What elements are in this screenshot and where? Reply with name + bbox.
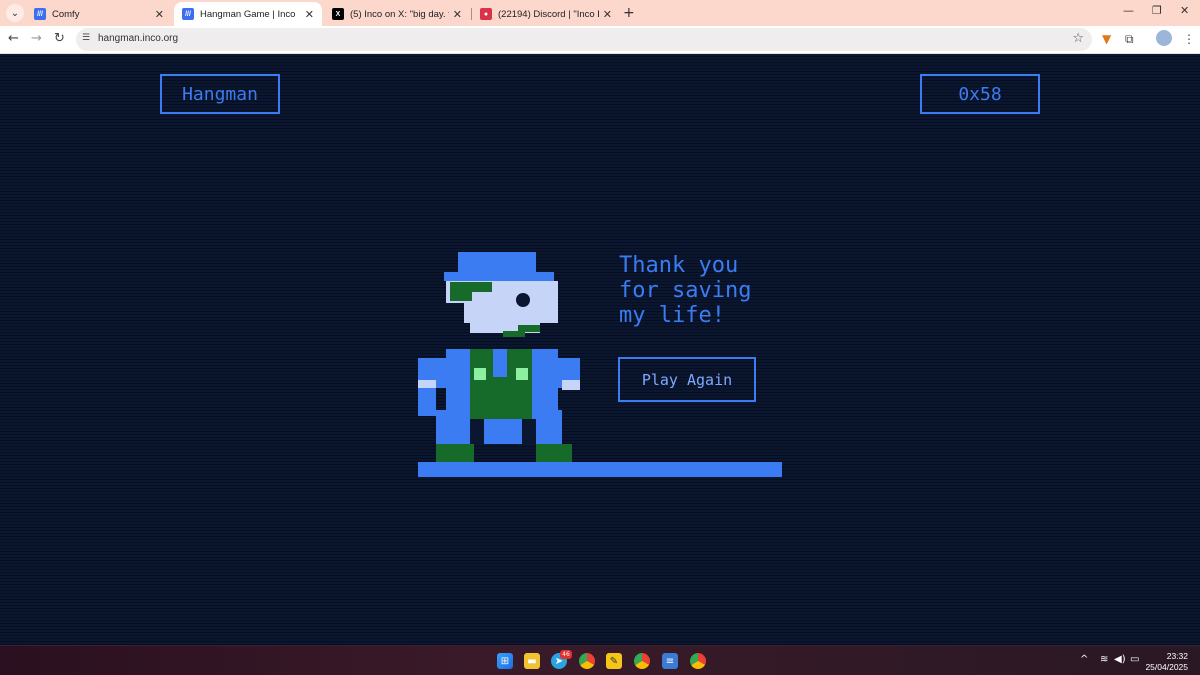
left-arm-lower bbox=[418, 388, 436, 416]
hat-crown bbox=[458, 252, 536, 274]
windows-start-icon[interactable]: ⊞ bbox=[497, 653, 513, 669]
left-button bbox=[474, 368, 486, 380]
mustache-top bbox=[518, 325, 540, 332]
close-tab-icon[interactable]: ✕ bbox=[305, 8, 314, 21]
windows-taskbar: ⊞ ▬ ➤ 46 ✎ ≡ ^ ≋ ◀) ▭ 23:32 25/04/2025 bbox=[0, 645, 1200, 675]
hair-side bbox=[450, 292, 472, 301]
browser-toolbar: ← → ↻ ☰ hangman.inco.org ☆ ▼ ⧉ ⋮ bbox=[0, 26, 1200, 54]
inco-logo-icon: /// bbox=[182, 8, 194, 20]
shirt-front bbox=[493, 349, 507, 377]
tab-x-post[interactable]: X (5) Inco on X: "big day. two ✕ bbox=[324, 2, 470, 26]
clock-date: 25/04/2025 bbox=[1145, 662, 1188, 672]
inco-logo-icon: /// bbox=[34, 8, 46, 20]
address-bar[interactable]: ☰ hangman.inco.org ☆ bbox=[76, 28, 1092, 51]
chrome-icon[interactable] bbox=[579, 653, 595, 669]
leg-gap-left bbox=[470, 419, 484, 444]
metamask-extension-icon[interactable]: ▼ bbox=[1102, 32, 1111, 46]
right-hand bbox=[562, 380, 580, 390]
clock-time: 23:32 bbox=[1166, 651, 1188, 661]
tray-chevron-icon[interactable]: ^ bbox=[1080, 654, 1088, 665]
notepad-icon[interactable]: ≡ bbox=[662, 653, 678, 669]
ground-platform bbox=[418, 462, 782, 477]
chrome-active-icon[interactable] bbox=[690, 653, 706, 669]
close-window-button[interactable]: ✕ bbox=[1180, 4, 1189, 17]
discord-icon: ● bbox=[480, 8, 492, 20]
system-clock[interactable]: 23:32 25/04/2025 bbox=[1145, 651, 1188, 673]
tab-strip: ⌄ /// Comfy ✕ /// Hangman Game | Inco ✕ … bbox=[0, 0, 1200, 26]
tab-discord[interactable]: ● (22194) Discord | "Inco Experien ✕ bbox=[472, 2, 620, 26]
volume-icon[interactable]: ◀) bbox=[1114, 654, 1126, 665]
right-button bbox=[516, 368, 528, 380]
extensions-icon[interactable]: ⧉ bbox=[1125, 32, 1134, 47]
mustache-bottom bbox=[503, 331, 525, 337]
hair bbox=[450, 282, 492, 292]
saved-man-sprite bbox=[418, 252, 580, 462]
tab-comfy[interactable]: /// Comfy ✕ bbox=[26, 2, 172, 26]
menu-kebab-icon[interactable]: ⋮ bbox=[1183, 32, 1195, 46]
hat-brim bbox=[444, 272, 554, 281]
thank-you-message: Thank you for saving my life! bbox=[619, 253, 752, 328]
close-tab-icon[interactable]: ✕ bbox=[155, 8, 164, 21]
battery-icon[interactable]: ▭ bbox=[1130, 654, 1139, 665]
chrome-profile-icon[interactable] bbox=[634, 653, 650, 669]
file-explorer-icon[interactable]: ▬ bbox=[524, 653, 540, 669]
leg-gap-right bbox=[522, 419, 536, 444]
reload-button[interactable]: ↻ bbox=[54, 31, 65, 46]
tab-hangman[interactable]: /// Hangman Game | Inco ✕ bbox=[174, 2, 322, 26]
game-title: Hangman bbox=[160, 74, 280, 114]
left-leg bbox=[436, 410, 470, 444]
close-tab-icon[interactable]: ✕ bbox=[453, 8, 462, 21]
eye bbox=[516, 293, 530, 307]
right-shoe bbox=[536, 444, 572, 462]
site-info-icon[interactable]: ☰ bbox=[82, 33, 90, 43]
sticky-notes-icon[interactable]: ✎ bbox=[606, 653, 622, 669]
back-button[interactable]: ← bbox=[8, 31, 19, 46]
minimize-button[interactable]: — bbox=[1123, 4, 1134, 17]
forward-button[interactable]: → bbox=[31, 31, 42, 46]
profile-avatar[interactable] bbox=[1156, 30, 1172, 46]
bookmark-star-icon[interactable]: ☆ bbox=[1072, 31, 1084, 46]
x-logo-icon: X bbox=[332, 8, 344, 20]
right-leg bbox=[536, 410, 562, 444]
new-tab-button[interactable]: + bbox=[623, 5, 635, 21]
close-tab-icon[interactable]: ✕ bbox=[603, 8, 612, 21]
telegram-badge: 46 bbox=[560, 650, 572, 659]
wallet-address-button[interactable]: 0x58 bbox=[920, 74, 1040, 114]
tab-search-button[interactable]: ⌄ bbox=[6, 4, 24, 22]
game-page: Hangman 0x58 Thank you for saving my lif… bbox=[0, 54, 1200, 645]
wifi-icon[interactable]: ≋ bbox=[1100, 654, 1108, 665]
play-again-button[interactable]: Play Again bbox=[618, 357, 756, 402]
left-shoe bbox=[436, 444, 474, 462]
head-lower bbox=[464, 303, 558, 323]
restore-button[interactable]: ❐ bbox=[1152, 4, 1162, 17]
